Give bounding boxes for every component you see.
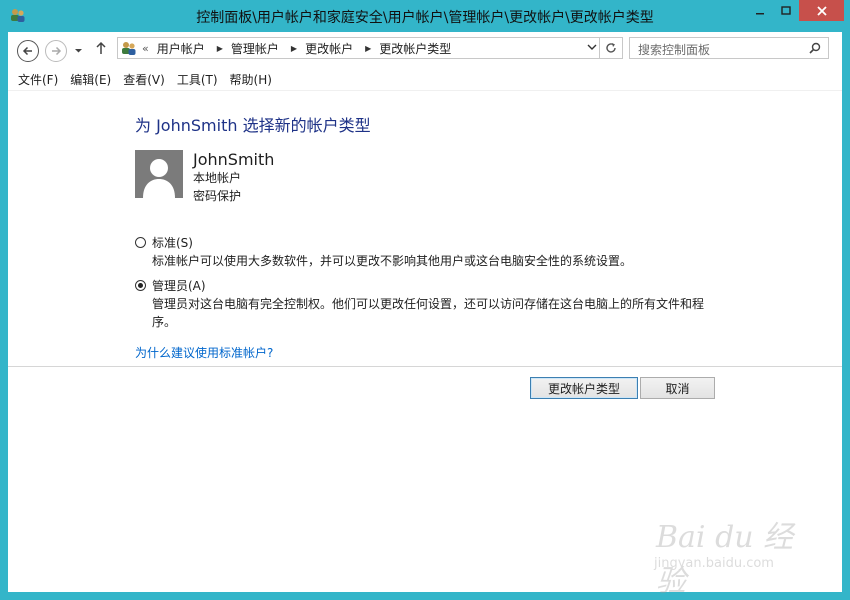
user-name: JohnSmith xyxy=(193,150,275,169)
watermark: Bai du 经验 jingyan.baidu.com xyxy=(648,512,798,599)
recent-locations-button[interactable] xyxy=(74,44,83,58)
forward-button[interactable] xyxy=(45,40,67,62)
cancel-button[interactable]: 取消 xyxy=(640,377,715,399)
standard-label[interactable]: 标准(S) xyxy=(152,234,193,251)
breadcrumb-item[interactable]: 更改帐户类型 xyxy=(379,40,451,57)
breadcrumb-item[interactable]: 管理帐户 xyxy=(231,40,279,57)
administrator-description: 管理员对这台电脑有完全控制权。他们可以更改任何设置，还可以访问存储在这台电脑上的… xyxy=(152,297,705,329)
menu-bar: 文件(F) 编辑(E) 查看(V) 工具(T) 帮助(H) xyxy=(8,68,842,91)
standard-radio[interactable] xyxy=(135,237,146,248)
arrow-left-icon xyxy=(22,46,32,56)
watermark-url: jingyan.baidu.com xyxy=(654,556,774,571)
title-bar[interactable]: 控制面板\用户帐户和家庭安全\用户帐户\管理帐户\更改帐户\更改帐户类型 xyxy=(0,0,850,32)
chevron-down-icon xyxy=(75,49,82,53)
arrow-right-icon xyxy=(52,46,62,56)
minimize-icon xyxy=(755,12,764,14)
divider xyxy=(8,366,842,367)
refresh-button[interactable] xyxy=(599,38,622,58)
arrow-up-icon xyxy=(96,41,106,54)
search-box[interactable]: 搜索控制面板 xyxy=(629,37,829,59)
maximize-button[interactable] xyxy=(773,0,799,21)
account-type: 本地帐户 xyxy=(193,171,242,185)
password-status: 密码保护 xyxy=(193,189,242,203)
page-title: 为 JohnSmith 选择新的帐户类型 xyxy=(135,116,371,135)
minimize-button[interactable] xyxy=(746,0,773,21)
address-dropdown-icon[interactable] xyxy=(587,42,597,55)
window-title: 控制面板\用户帐户和家庭安全\用户帐户\管理帐户\更改帐户\更改帐户类型 xyxy=(196,10,654,26)
back-button[interactable] xyxy=(17,40,39,62)
change-account-type-button[interactable]: 更改帐户类型 xyxy=(530,377,638,399)
avatar xyxy=(135,150,183,198)
close-icon xyxy=(816,5,827,16)
breadcrumb-item[interactable]: 用户帐户 xyxy=(157,40,205,57)
user-accounts-icon xyxy=(122,42,136,55)
menu-file[interactable]: 文件(F) xyxy=(18,71,58,88)
breadcrumb-item[interactable]: 更改帐户 xyxy=(305,40,353,57)
breadcrumb-overflow[interactable]: « xyxy=(142,42,149,55)
navigation-bar: « 用户帐户 ▶ 管理帐户 ▶ 更改帐户 ▶ 更改帐户类型 搜索控制面板 xyxy=(8,32,842,68)
menu-help[interactable]: 帮助(H) xyxy=(230,71,272,88)
search-icon[interactable] xyxy=(809,42,821,54)
administrator-label[interactable]: 管理员(A) xyxy=(152,277,206,294)
standard-description: 标准帐户可以使用大多数软件，并可以更改不影响其他用户或这台电脑安全性的系统设置。 xyxy=(152,254,633,268)
window: 控制面板\用户帐户和家庭安全\用户帐户\管理帐户\更改帐户\更改帐户类型 « 用… xyxy=(0,0,850,600)
breadcrumb-separator-icon[interactable]: ▶ xyxy=(217,44,223,53)
administrator-radio[interactable] xyxy=(135,280,146,291)
menu-tools[interactable]: 工具(T) xyxy=(177,71,218,88)
refresh-icon xyxy=(606,43,616,53)
breadcrumb-separator-icon[interactable]: ▶ xyxy=(365,44,371,53)
search-input[interactable]: 搜索控制面板 xyxy=(638,41,710,58)
close-button[interactable] xyxy=(799,0,844,21)
up-button[interactable] xyxy=(95,41,107,58)
menu-edit[interactable]: 编辑(E) xyxy=(70,71,111,88)
why-standard-link[interactable]: 为什么建议使用标准帐户? xyxy=(135,344,273,361)
menu-view[interactable]: 查看(V) xyxy=(123,71,165,88)
maximize-icon xyxy=(781,5,791,15)
breadcrumb-separator-icon[interactable]: ▶ xyxy=(291,44,297,53)
address-bar[interactable]: « 用户帐户 ▶ 管理帐户 ▶ 更改帐户 ▶ 更改帐户类型 xyxy=(117,37,623,59)
user-silhouette-icon xyxy=(135,150,183,198)
